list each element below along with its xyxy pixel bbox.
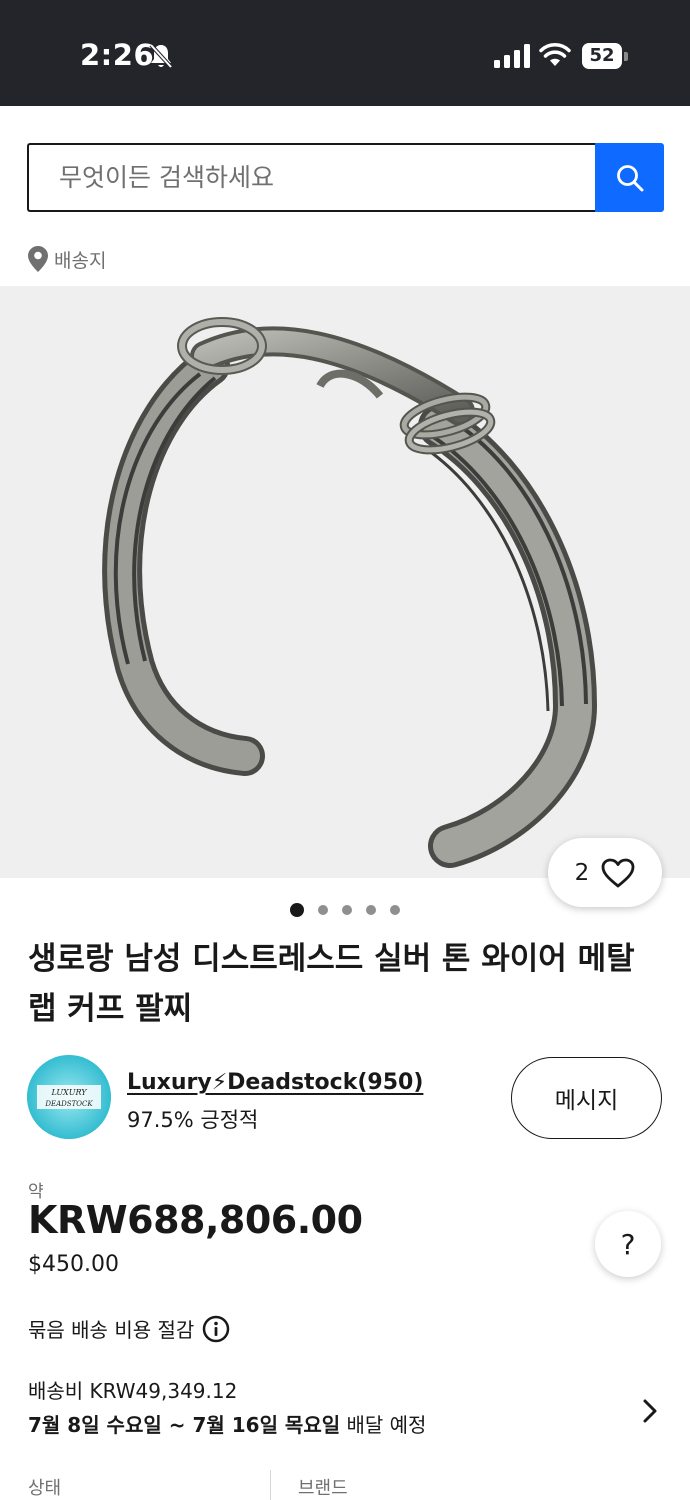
watch-count: 2 bbox=[574, 859, 590, 886]
search-input[interactable]: 무엇이든 검색하세요 bbox=[27, 143, 597, 212]
heart-icon bbox=[601, 858, 635, 887]
item-details-row: 상태 브랜드 bbox=[0, 1470, 690, 1500]
search-bar: 무엇이든 검색하세요 bbox=[27, 143, 664, 212]
chevron-right-icon[interactable] bbox=[638, 1396, 662, 1426]
pagination-dot[interactable] bbox=[318, 905, 328, 915]
condition-label: 상태 bbox=[28, 1478, 62, 1499]
seller-avatar[interactable]: LUXURY DEADSTOCK bbox=[27, 1055, 111, 1139]
logo-text-1: LUXURY bbox=[50, 1088, 87, 1097]
logo-text-2: DEADSTOCK bbox=[44, 1100, 93, 1108]
delivery-start: 7월 8일 수요일 bbox=[28, 1413, 162, 1437]
status-bar: 2:26 52 bbox=[0, 0, 690, 106]
seller-feedback: 97.5% 긍정적 bbox=[127, 1108, 259, 1132]
brand-label: 브랜드 bbox=[298, 1478, 348, 1499]
wifi-icon bbox=[539, 43, 571, 66]
product-image bbox=[102, 317, 598, 868]
item-price: KRW688,806.00 bbox=[28, 1198, 363, 1242]
shipping-cost: 배송비 KRW49,349.12 bbox=[28, 1379, 238, 1403]
cellular-signal-icon bbox=[494, 44, 530, 68]
search-button[interactable] bbox=[595, 143, 664, 212]
image-pagination bbox=[290, 903, 400, 917]
product-image-gallery[interactable] bbox=[0, 286, 690, 878]
battery-icon: 52 bbox=[582, 43, 628, 69]
watch-button[interactable]: 2 bbox=[548, 838, 662, 907]
pagination-dot[interactable] bbox=[390, 905, 400, 915]
delivery-suffix: 배달 예정 bbox=[340, 1413, 427, 1437]
bell-slash-icon bbox=[149, 43, 173, 69]
ship-to-label: 배송지 bbox=[54, 249, 107, 272]
seller-logo: LUXURY DEADSTOCK bbox=[27, 1055, 111, 1139]
delivery-estimate: 7월 8일 수요일 ~ 7월 16일 목요일 배달 예정 bbox=[28, 1406, 668, 1444]
item-title: 생로랑 남성 디스트레스드 실버 톤 와이어 메탈 랩 커프 팔찌 bbox=[28, 941, 635, 1027]
ship-to-link[interactable]: 배송지 bbox=[28, 244, 106, 274]
message-seller-button[interactable]: 메시지 bbox=[511, 1057, 662, 1139]
pagination-dot-active[interactable] bbox=[290, 903, 304, 917]
status-time: 2:26 bbox=[80, 38, 155, 72]
battery-level: 52 bbox=[582, 43, 622, 69]
delivery-end: 7월 16일 목요일 bbox=[192, 1413, 341, 1437]
shipping-section[interactable]: 배송비 KRW49,349.12 7월 8일 수요일 ~ 7월 16일 목요일 … bbox=[28, 1376, 668, 1446]
pagination-dot[interactable] bbox=[366, 905, 376, 915]
seller-name-link[interactable]: Luxury⚡Deadstock(950) bbox=[127, 1070, 423, 1095]
search-icon bbox=[616, 164, 643, 191]
pagination-dot[interactable] bbox=[342, 905, 352, 915]
info-icon[interactable] bbox=[202, 1315, 230, 1343]
delivery-sep: ~ bbox=[161, 1413, 193, 1437]
divider bbox=[270, 1470, 271, 1500]
combined-shipping-label: 묶음 배송 비용 절감 bbox=[28, 1318, 195, 1342]
location-pin-icon bbox=[28, 246, 48, 272]
combined-shipping[interactable]: 묶음 배송 비용 절감 bbox=[28, 1314, 230, 1343]
item-price-original: $450.00 bbox=[28, 1252, 119, 1277]
help-button[interactable]: ? bbox=[595, 1211, 661, 1277]
